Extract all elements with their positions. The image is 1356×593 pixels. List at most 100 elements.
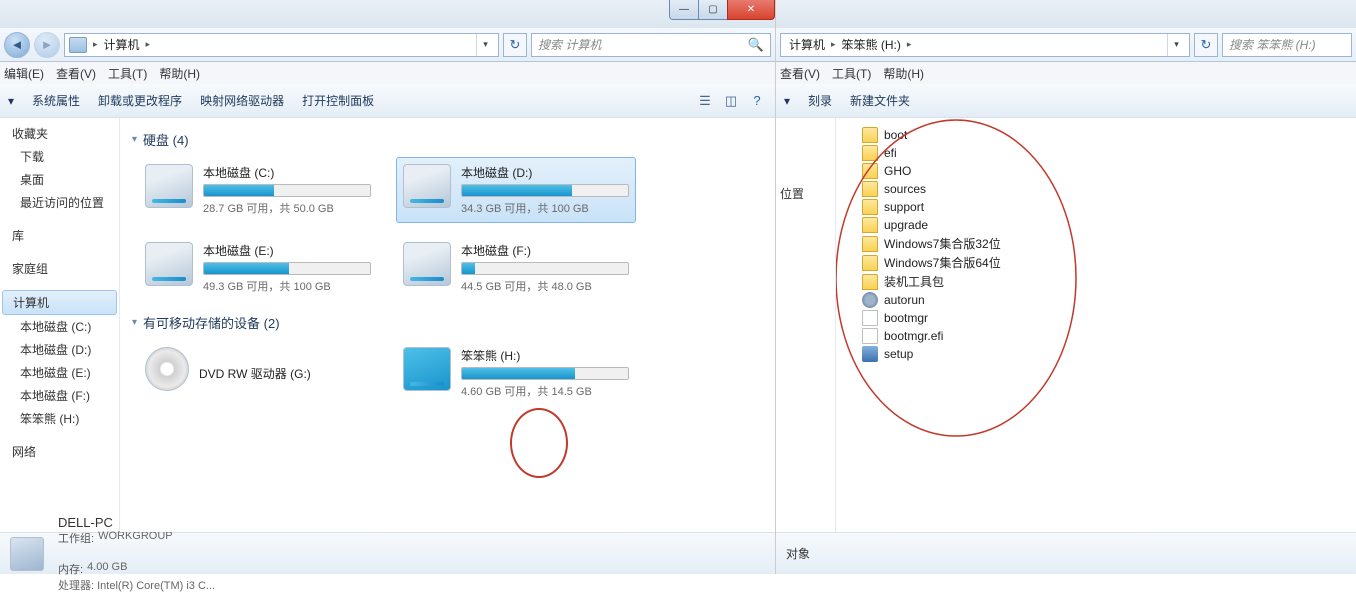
folder-icon — [862, 127, 878, 143]
drive-c[interactable]: 本地磁盘 (C:) 28.7 GB 可用，共 50.0 GB — [138, 157, 378, 223]
folder-icon — [862, 236, 878, 252]
sidebar-network[interactable]: 网络 — [0, 440, 119, 463]
tool-uninstall[interactable]: 卸载或更改程序 — [98, 92, 182, 109]
sidebar-drive-d[interactable]: 本地磁盘 (D:) — [0, 338, 119, 361]
drive-name: 本地磁盘 (E:) — [203, 242, 371, 259]
section-hard-drives[interactable]: ▾硬盘 (4) — [132, 130, 763, 149]
help-icon[interactable]: ? — [747, 91, 767, 111]
drive-name: 本地磁盘 (D:) — [461, 164, 629, 181]
drive-e[interactable]: 本地磁盘 (E:) 49.3 GB 可用，共 100 GB — [138, 235, 378, 301]
install-disc-icon — [403, 347, 451, 391]
minimize-button[interactable]: — — [669, 0, 699, 20]
file-item[interactable]: GHO — [858, 162, 1344, 180]
file-name: boot — [884, 128, 907, 142]
window-controls: — ▢ ✕ — [670, 0, 775, 20]
nav-forward-button[interactable]: ► — [34, 32, 60, 58]
view-options-icon[interactable]: ☰ — [695, 91, 715, 111]
sidebar-drive-c[interactable]: 本地磁盘 (C:) — [0, 315, 119, 338]
file-name: setup — [884, 347, 913, 361]
tool-control-panel[interactable]: 打开控制面板 — [302, 92, 374, 109]
organize-dropdown[interactable]: ▾ — [8, 94, 14, 108]
breadcrumb-computer[interactable]: 计算机 — [785, 36, 829, 53]
search-box[interactable]: 搜索 笨笨熊 (H:) — [1222, 33, 1352, 57]
tool-map-drive[interactable]: 映射网络驱动器 — [200, 92, 284, 109]
titlebar: — ▢ ✕ — [0, 0, 775, 28]
sidebar-downloads[interactable]: 下载 — [0, 145, 119, 168]
file-item[interactable]: setup — [858, 345, 1344, 363]
file-item[interactable]: Windows7集合版64位 — [858, 253, 1344, 272]
sidebar-drive-e[interactable]: 本地磁盘 (E:) — [0, 361, 119, 384]
menu-edit[interactable]: 编辑(E) — [4, 65, 44, 82]
search-placeholder: 搜索 笨笨熊 (H:) — [1229, 36, 1316, 53]
drive-h[interactable]: 笨笨熊 (H:) 4.60 GB 可用，共 14.5 GB — [396, 340, 636, 406]
sidebar-recent[interactable]: 最近访问的位置 — [0, 191, 119, 214]
sidebar-computer[interactable]: 计算机 — [2, 290, 117, 315]
file-item[interactable]: support — [858, 198, 1344, 216]
drive-name: DVD RW 驱动器 (G:) — [199, 365, 311, 382]
menu-help[interactable]: 帮助(H) — [159, 65, 200, 82]
sidebar-homegroup[interactable]: 家庭组 — [0, 257, 119, 280]
search-box[interactable]: 搜索 计算机 🔍 — [531, 33, 771, 57]
menu-bar: 编辑(E) 查看(V) 工具(T) 帮助(H) — [0, 62, 775, 84]
maximize-button[interactable]: ▢ — [698, 0, 728, 20]
sidebar-drive-h[interactable]: 笨笨熊 (H:) — [0, 407, 119, 430]
breadcrumb-drive-h[interactable]: 笨笨熊 (H:) — [838, 36, 905, 53]
file-name: upgrade — [884, 218, 928, 232]
breadcrumb-computer[interactable]: 计算机 — [100, 36, 144, 53]
sidebar-favorites[interactable]: 收藏夹 — [0, 122, 119, 145]
drive-d[interactable]: 本地磁盘 (D:) 34.3 GB 可用，共 100 GB — [396, 157, 636, 223]
file-item[interactable]: bootmgr.efi — [858, 327, 1344, 345]
file-item[interactable]: autorun — [858, 291, 1344, 309]
file-name: Windows7集合版32位 — [884, 235, 1001, 252]
drive-name: 本地磁盘 (C:) — [203, 164, 371, 181]
menu-tools[interactable]: 工具(T) — [832, 65, 871, 82]
sidebar-libraries[interactable]: 库 — [0, 224, 119, 247]
address-dropdown[interactable]: ▾ — [476, 34, 494, 56]
address-dropdown[interactable]: ▾ — [1167, 34, 1185, 56]
right-explorer-window: 计算机 ▸ 笨笨熊 (H:) ▸ ▾ ↻ 搜索 笨笨熊 (H:) 查看(V) 工… — [776, 0, 1356, 574]
menu-view[interactable]: 查看(V) — [56, 65, 96, 82]
navigation-bar: ◄ ► ▸ 计算机 ▸ ▾ ↻ 搜索 计算机 🔍 — [0, 28, 775, 62]
menu-bar: 查看(V) 工具(T) 帮助(H) — [776, 62, 1356, 84]
file-item[interactable]: sources — [858, 180, 1344, 198]
computer-icon — [10, 537, 44, 571]
drive-f[interactable]: 本地磁盘 (F:) 44.5 GB 可用，共 48.0 GB — [396, 235, 636, 301]
folder-icon — [862, 274, 878, 290]
file-item[interactable]: 装机工具包 — [858, 272, 1344, 291]
close-button[interactable]: ✕ — [727, 0, 775, 20]
file-item[interactable]: Windows7集合版32位 — [858, 234, 1344, 253]
address-bar[interactable]: ▸ 计算机 ▸ ▾ — [64, 33, 499, 57]
command-bar: ▾ 系统属性 卸载或更改程序 映射网络驱动器 打开控制面板 ☰ ◫ ? — [0, 84, 775, 118]
file-name: autorun — [884, 293, 925, 307]
folder-icon — [862, 163, 878, 179]
file-name: efi — [884, 146, 897, 160]
menu-help[interactable]: 帮助(H) — [883, 65, 924, 82]
drive-stats: 4.60 GB 可用，共 14.5 GB — [461, 383, 629, 399]
folder-icon — [862, 199, 878, 215]
nav-back-button[interactable]: ◄ — [4, 32, 30, 58]
file-name: sources — [884, 182, 926, 196]
organize-dropdown[interactable]: ▾ — [784, 94, 790, 108]
refresh-button[interactable]: ↻ — [503, 33, 527, 57]
plain-icon — [862, 328, 878, 344]
file-item[interactable]: upgrade — [858, 216, 1344, 234]
titlebar — [776, 0, 1356, 28]
sidebar-desktop[interactable]: 桌面 — [0, 168, 119, 191]
menu-view[interactable]: 查看(V) — [780, 65, 820, 82]
file-item[interactable]: efi — [858, 144, 1344, 162]
drive-stats: 28.7 GB 可用，共 50.0 GB — [203, 200, 371, 216]
preview-pane-icon[interactable]: ◫ — [721, 91, 741, 111]
address-bar[interactable]: 计算机 ▸ 笨笨熊 (H:) ▸ ▾ — [780, 33, 1190, 57]
file-item[interactable]: bootmgr — [858, 309, 1344, 327]
tool-burn[interactable]: 刻录 — [808, 92, 832, 109]
refresh-button[interactable]: ↻ — [1194, 33, 1218, 57]
status-pc-name: DELL-PC — [58, 515, 113, 530]
nav-pane: 收藏夹 下载 桌面 最近访问的位置 库 家庭组 计算机 本地磁盘 (C:) 本地… — [0, 118, 120, 532]
tool-new-folder[interactable]: 新建文件夹 — [850, 92, 910, 109]
tool-system-properties[interactable]: 系统属性 — [32, 92, 80, 109]
file-item[interactable]: boot — [858, 126, 1344, 144]
sidebar-drive-f[interactable]: 本地磁盘 (F:) — [0, 384, 119, 407]
drive-dvd-g[interactable]: DVD RW 驱动器 (G:) — [138, 340, 378, 406]
section-removable[interactable]: ▾有可移动存储的设备 (2) — [132, 313, 763, 332]
menu-tools[interactable]: 工具(T) — [108, 65, 147, 82]
